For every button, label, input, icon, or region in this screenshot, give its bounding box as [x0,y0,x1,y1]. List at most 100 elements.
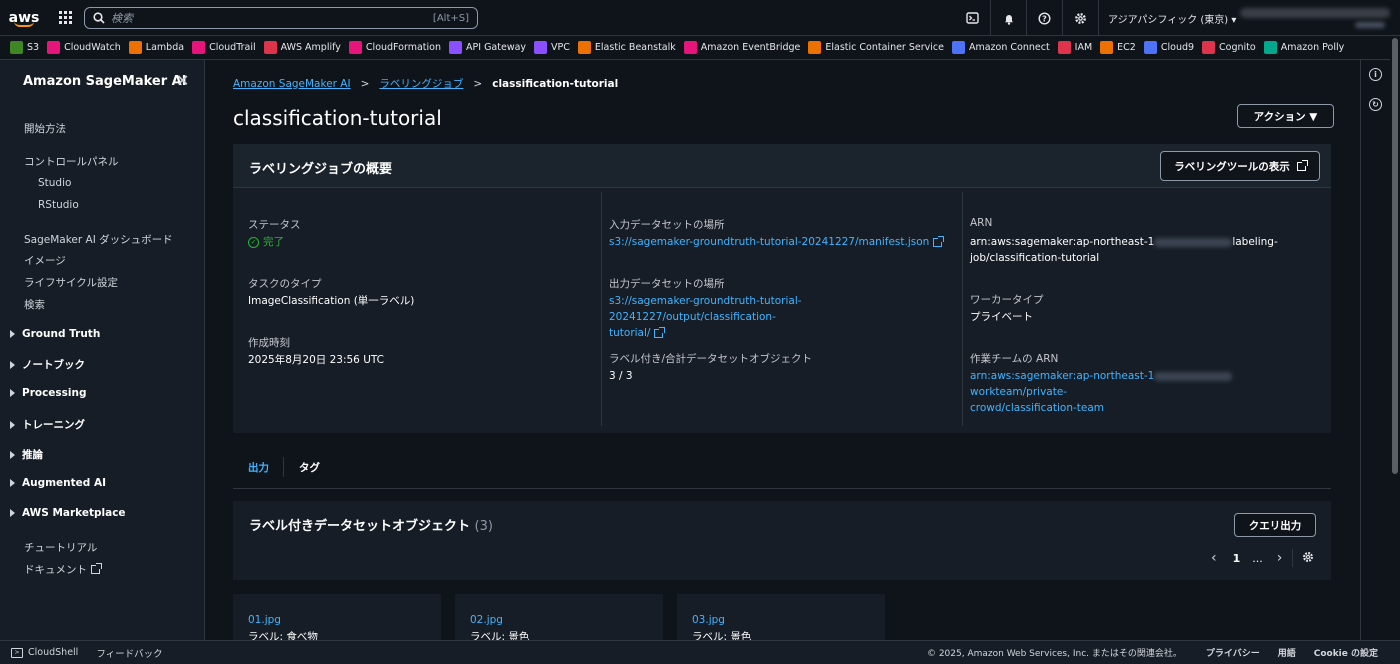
cookie-settings-link[interactable]: Cookie の設定 [1314,646,1378,659]
breadcrumb-sagemaker[interactable]: Amazon SageMaker AI [233,78,351,90]
sidebar-item-getting-started[interactable]: 開始方法 [24,121,66,136]
favorite-aws-amplify[interactable]: AWS Amplify [263,41,341,54]
favorite-s3[interactable]: S3 [10,41,39,54]
arn-value-line2: job/classification-tutorial [970,252,1100,264]
column-divider [601,192,602,426]
sidebar-group-processing[interactable]: Processing [10,387,87,399]
favorite-label: Elastic Beanstalk [594,42,676,53]
sidebar-item-docs[interactable]: ドキュメント [24,562,102,577]
sidebar-group-label: ノートブック [22,359,85,371]
chevron-right-icon[interactable]: › [1277,550,1283,566]
caret-right-icon [10,330,15,338]
scrollbar-thumb[interactable] [1392,38,1398,474]
input-location-value: s3://sagemaker-groundtruth-tutorial-2024… [609,236,930,248]
input-location-link[interactable]: s3://sagemaker-groundtruth-tutorial-2024… [609,234,945,250]
sidebar-group-marketplace[interactable]: AWS Marketplace [10,507,126,519]
gear-icon[interactable] [1063,0,1099,36]
favorite-amazon-connect[interactable]: Amazon Connect [951,41,1050,54]
favorite-amazon-polly[interactable]: Amazon Polly [1263,41,1344,54]
bell-icon[interactable] [991,0,1027,36]
view-labeling-tool-button[interactable]: ラベリングツールの表示 [1160,151,1320,181]
favorite-api-gateway[interactable]: API Gateway [449,41,526,54]
breadcrumb-labeling-jobs[interactable]: ラベリングジョブ [379,76,463,91]
sidebar-item-dashboard[interactable]: SageMaker AI ダッシュボード [24,232,173,247]
sidebar-item-lifecycle[interactable]: ライフサイクル設定 [24,275,118,290]
terms-link[interactable]: 用語 [1278,646,1296,659]
privacy-link[interactable]: プライバシー [1206,646,1260,659]
favorite-cloudtrail[interactable]: CloudTrail [192,41,256,54]
page-number[interactable]: 1 [1233,552,1241,565]
status-label: ステータス [248,219,301,231]
favorite-label: Amazon Connect [968,42,1050,53]
favorite-elastic-container-service[interactable]: Elastic Container Service [808,41,944,54]
region-selector[interactable]: アジアパシフィック (東京) ▾ [1108,0,1236,36]
sidebar-group-ground-truth[interactable]: Ground Truth [10,328,100,340]
search-placeholder: 検索 [111,12,133,25]
query-output-button[interactable]: クエリ出力 [1234,513,1316,537]
favorite-cognito[interactable]: Cognito [1202,41,1256,54]
pager-divider [1292,549,1294,567]
sidebar-group-notebook[interactable]: ノートブック [10,357,85,372]
actions-button[interactable]: アクション ▼ [1237,104,1334,128]
favorite-lambda[interactable]: Lambda [128,41,185,54]
account-menu[interactable] [1240,8,1390,18]
team-arn-link[interactable]: arn:aws:sagemaker:ap-northeast-1 workteam… [970,368,1315,416]
cloudshell-button[interactable]: > CloudShell [11,647,78,658]
sidebar-group-inference[interactable]: 推論 [10,447,43,462]
right-rail: i ↻ [1360,60,1390,640]
cloudshell-icon[interactable] [955,0,991,36]
breadcrumb-current: classification-tutorial [492,77,619,90]
history-icon[interactable]: ↻ [1369,98,1382,111]
sidebar-item-search[interactable]: 検索 [24,297,45,312]
sidebar-item-images[interactable]: イメージ [24,253,66,268]
tab-output[interactable]: 出力 [248,460,269,475]
info-icon[interactable]: i [1369,68,1382,81]
favorite-cloudformation[interactable]: CloudFormation [348,41,441,54]
sidebar-item-tutorial[interactable]: チュートリアル [24,540,97,555]
object-name-link[interactable]: 02.jpg [470,614,503,626]
arn-value-prefix: arn:aws:sagemaker:ap-northeast-1 [970,236,1155,248]
chevron-left-icon[interactable]: ‹ [1211,550,1217,566]
feedback-link[interactable]: フィードバック [96,646,162,660]
redacted-account-id [1154,371,1233,381]
services-menu-icon[interactable] [48,0,82,36]
sidebar-title: Amazon SageMaker AI [23,74,187,89]
labeled-objects-panel: ラベル付きデータセットオブジェクト (3) クエリ出力 ‹ 1 ... › [233,501,1331,580]
object-name-link[interactable]: 01.jpg [248,614,281,626]
favorite-label: CloudTrail [209,42,256,53]
arn-value-suffix: labeling- [1232,236,1278,248]
favorite-iam[interactable]: IAM [1057,41,1092,54]
sidebar-group-training[interactable]: トレーニング [10,417,85,432]
object-name-link[interactable]: 03.jpg [692,614,725,626]
aws-logo[interactable]: aws [0,0,48,36]
output-location-link[interactable]: s3://sagemaker-groundtruth-tutorial-2024… [609,293,954,341]
service-icon [1143,41,1157,54]
service-icon [47,41,61,54]
team-arn-prefix: arn:aws:sagemaker:ap-northeast-1 [970,370,1155,382]
favorite-vpc[interactable]: VPC [534,41,570,54]
favorite-label: CloudWatch [64,42,121,53]
favorite-cloud9[interactable]: Cloud9 [1143,41,1194,54]
sidebar-item-control-panel[interactable]: コントロールパネル [24,154,119,169]
service-icon [192,41,206,54]
gear-icon[interactable] [1302,551,1314,566]
tab-tags[interactable]: タグ [299,460,320,475]
favorite-label: Amazon EventBridge [700,42,801,53]
sidebar-item-rstudio[interactable]: RStudio [38,199,79,211]
close-icon[interactable]: ✕ [176,71,189,90]
favorite-cloudwatch[interactable]: CloudWatch [47,41,121,54]
labeled-objects-value: 3 / 3 [609,370,633,382]
scrollbar[interactable] [1390,36,1400,640]
tab-divider [283,457,284,477]
favorite-elastic-beanstalk[interactable]: Elastic Beanstalk [577,41,676,54]
favorite-label: VPC [551,42,570,53]
help-icon[interactable]: ? [1027,0,1063,36]
favorite-label: Lambda [145,42,185,53]
sidebar-item-studio[interactable]: Studio [38,177,71,189]
search-icon [93,12,105,24]
favorite-amazon-eventbridge[interactable]: Amazon EventBridge [683,41,801,54]
favorite-ec2[interactable]: EC2 [1100,41,1136,54]
caret-right-icon [10,450,15,459]
sidebar-group-augmented-ai[interactable]: Augmented AI [10,477,106,489]
search-input[interactable]: 検索 [Alt+S] [84,7,478,29]
